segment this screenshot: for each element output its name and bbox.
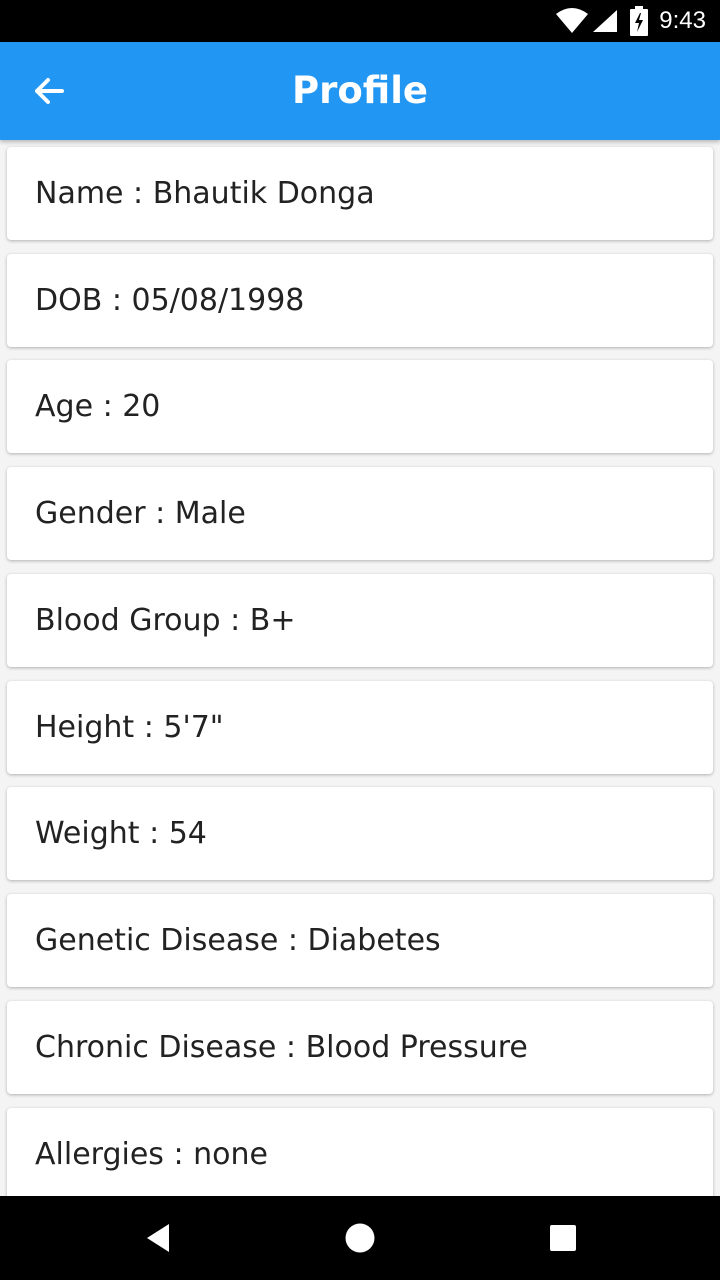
field-value: Blood Pressure [305,1030,528,1065]
field-separator: : [123,176,153,211]
page-title: Profile [292,69,428,112]
field-label: Chronic Disease [35,1030,277,1065]
profile-card-name: Name : Bhautik Donga [7,147,713,240]
field-label: DOB [35,283,103,318]
field-label: Age [35,389,94,424]
recents-square-icon [550,1225,576,1251]
field-separator: : [220,603,250,638]
arrow-left-icon [35,78,64,104]
back-triangle-icon [147,1224,169,1252]
field-value: Bhautik Donga [152,176,375,211]
nav-recents-button[interactable] [513,1196,613,1280]
field-value: B+ [249,603,296,638]
wifi-icon [556,8,589,33]
field-separator: : [145,496,175,531]
nav-home-button[interactable] [310,1196,410,1280]
field-value: 5'7" [163,710,224,745]
field-separator: : [139,816,169,851]
field-separator: : [278,923,308,958]
app-bar: Profile [0,42,720,140]
field-separator: : [102,283,132,318]
field-value: Diabetes [307,923,441,958]
status-icons: 9:43 [555,0,706,42]
field-separator: : [163,1137,194,1172]
nav-back-button[interactable] [108,1196,208,1280]
field-value: 54 [168,816,207,851]
field-value: 05/08/1998 [131,283,305,318]
profile-card-gender: Gender : Male [7,467,713,560]
field-separator: : [276,1030,306,1065]
profile-card-chronic-disease: Chronic Disease : Blood Pressure [7,1001,713,1094]
home-circle-icon [345,1223,375,1253]
profile-card-weight: Weight : 54 [7,787,713,880]
profile-card-height: Height : 5'7" [7,681,713,774]
field-separator: : [93,389,123,424]
field-label: Blood Group [35,603,221,638]
profile-card-allergies: Allergies : none [7,1108,713,1196]
field-label: Genetic Disease [35,923,279,958]
field-label: Weight [35,816,140,851]
field-label: Height [35,710,135,745]
status-bar: 9:43 [0,0,720,42]
field-label: Allergies [35,1137,164,1172]
profile-card-age: Age : 20 [7,360,713,453]
cell-signal-icon [593,10,618,32]
field-value: none [193,1137,268,1172]
field-label: Name [35,176,124,211]
profile-card-genetic-disease: Genetic Disease : Diabetes [7,894,713,987]
profile-card-blood-group: Blood Group : B+ [7,574,713,667]
navigation-bar [0,1196,720,1280]
status-time: 9:43 [659,7,706,34]
field-value: 20 [122,389,161,424]
battery-charging-icon [630,6,649,36]
field-value: Male [174,496,246,531]
field-label: Gender [35,496,146,531]
back-button[interactable] [22,66,76,116]
field-separator: : [134,710,164,745]
profile-card-dob: DOB : 05/08/1998 [7,254,713,347]
profile-list[interactable]: Name : Bhautik Donga DOB : 05/08/1998 Ag… [0,140,720,1196]
